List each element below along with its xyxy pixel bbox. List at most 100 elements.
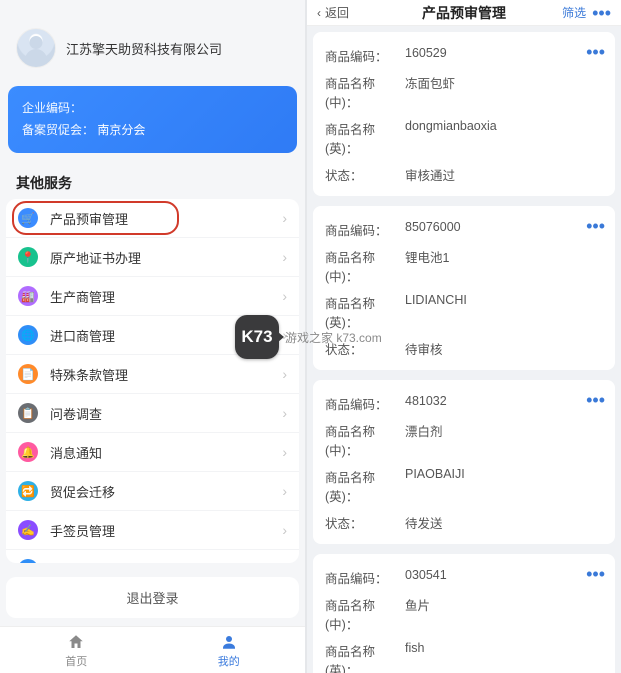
globe-icon: 🌐 [18,325,38,345]
chevron-right-icon: › [282,444,287,460]
menu-item-label: 消息通知 [50,443,102,462]
menu-item-1[interactable]: 📍原产地证书办理› [6,238,299,277]
field-label: 商品名称(中)： [325,595,405,633]
enterprise-card: 企业编码： 备案贸促会： 南京分会 [8,86,297,153]
field-label: 商品名称(英)： [325,119,405,157]
menu-item-4[interactable]: 📄 特殊条款管理 › [6,355,299,394]
more-icon[interactable]: ••• [592,4,611,22]
chevron-right-icon: › [282,210,287,226]
code-value: 030541 [405,568,447,587]
name-cn-value: 鱼片 [405,595,430,633]
code-value: 160529 [405,46,447,65]
menu-item-0[interactable]: 🛒 产品预审管理 › [6,199,299,238]
factory-icon: 🏭 [18,286,38,306]
back-button[interactable]: ‹ 返回 [317,4,349,21]
cart-icon: 🛒 [18,208,38,228]
field-label: 商品名称(英)： [325,641,405,673]
menu-item-label: 贸促会迁移 [50,482,115,501]
menu-item-5[interactable]: 📋 问卷调查 › [6,394,299,433]
service-menu: 🛒产品预审管理›📍原产地证书办理›🏭生产商管理›🌐进口商管理›📄特殊条款管理›📋… [6,199,299,563]
name-en-value: dongmianbaoxia [405,119,497,157]
code-value: 85076000 [405,220,461,239]
chevron-right-icon: › [282,522,287,538]
field-label: 商品名称(英)： [325,293,405,331]
section-title: 其他服务 [0,165,305,199]
home-icon [67,633,85,651]
menu-item-7[interactable]: 🔁 贸促会迁移 › [6,472,299,511]
field-label: 商品名称(英)： [325,467,405,505]
menu-item-label: 特殊条款管理 [50,365,128,384]
menu-item-label: 产品预审管理 [50,209,128,228]
nav-mine[interactable]: 我的 [153,633,306,669]
council-value: 南京分会 [97,123,145,137]
menu-item-label: 进口商管理 [50,326,115,345]
field-label: 商品名称(中)： [325,73,405,111]
chevron-right-icon: › [282,327,287,343]
field-label: 商品编码： [325,394,405,413]
council-row: 备案贸促会： 南京分会 [22,120,283,142]
status-value: 审核通过 [405,165,455,184]
name-en-value: PIAOBAIJI [405,467,465,505]
card-more-icon[interactable]: ••• [586,216,605,237]
code-value: 481032 [405,394,447,413]
status-value: 待发送 [405,513,443,532]
menu-item-2[interactable]: 🏭生产商管理› [6,277,299,316]
field-label: 商品名称(中)： [325,247,405,285]
enterprise-code-row: 企业编码： [22,98,283,120]
chevron-right-icon: › [282,366,287,382]
field-label: 状态： [325,513,405,532]
survey-icon: 📋 [18,403,38,423]
terms-icon: 📄 [18,364,38,384]
name-cn-value: 漂白剂 [405,421,443,459]
nav-mine-label: 我的 [218,653,240,669]
profile-block: 江苏擎天助贸科技有限公司 [0,0,305,78]
bell-icon: 🔔 [18,442,38,462]
chevron-right-icon: › [282,483,287,499]
migrate-icon: 🔁 [18,481,38,501]
name-en-value: fish [405,641,424,673]
field-label: 商品名称(中)： [325,421,405,459]
field-label: 状态： [325,165,405,184]
left-panel: 江苏擎天助贸科技有限公司 企业编码： 备案贸促会： 南京分会 其他服务 🛒 产品预… [0,0,305,673]
back-label: 返回 [325,4,349,21]
menu-item-label: 注销账号 [50,560,102,563]
logout-icon: ↩ [18,559,38,563]
name-cn-value: 锂电池1 [405,247,449,285]
card-more-icon[interactable]: ••• [586,390,605,411]
signer-icon: ✍ [18,520,38,540]
menu-item-label: 问卷调查 [50,404,102,423]
menu-item-6[interactable]: 🔔 消息通知 › [6,433,299,472]
chevron-right-icon: › [282,405,287,421]
menu-item-label: 原产地证书办理 [50,248,141,267]
name-en-value: LIDIANCHI [405,293,467,331]
menu-item-label: 手签员管理 [50,521,115,540]
menu-item-label: 生产商管理 [50,287,115,306]
avatar [16,28,56,68]
filter-button[interactable]: 筛选 ••• [562,4,611,22]
product-card[interactable]: ••• 商品编码：85076000商品名称(中)：锂电池1商品名称(英)：LIDI… [313,206,615,370]
nav-home-label: 首页 [65,653,87,669]
product-card[interactable]: •••商品编码：030541商品名称(中)：鱼片商品名称(英)：fish状态：待… [313,554,615,673]
enterprise-code-label: 企业编码： [22,101,82,115]
menu-item-3[interactable]: 🌐 进口商管理 › [6,316,299,355]
field-label: 状态： [325,339,405,358]
menu-item-9[interactable]: ↩ 注销账号 › [6,550,299,563]
filter-label: 筛选 [562,4,586,21]
product-card[interactable]: ••• 商品编码：481032商品名称(中)：漂白剂商品名称(英)：PIAOBAI… [313,380,615,544]
nav-home[interactable]: 首页 [0,633,153,669]
card-more-icon[interactable]: ••• [586,42,605,63]
product-card[interactable]: ••• 商品编码：160529商品名称(中)：冻面包虾商品名称(英)：dongmi… [313,32,615,196]
bottom-nav: 首页 我的 [0,626,305,673]
chevron-left-icon: ‹ [317,6,321,20]
location-icon: 📍 [18,247,38,267]
status-value: 待审核 [405,339,443,358]
logout-button[interactable]: 退出登录 [6,577,299,618]
menu-item-8[interactable]: ✍ 手签员管理 › [6,511,299,550]
chevron-right-icon: › [282,561,287,563]
name-cn-value: 冻面包虾 [405,73,455,111]
field-label: 商品编码： [325,220,405,239]
field-label: 商品编码： [325,46,405,65]
right-panel: ‹ 返回 产品预审管理 筛选 ••• •••商品编码：160529商品名称(中)… [305,0,621,673]
company-name: 江苏擎天助贸科技有限公司 [66,39,222,58]
card-more-icon[interactable]: ••• [586,564,605,585]
